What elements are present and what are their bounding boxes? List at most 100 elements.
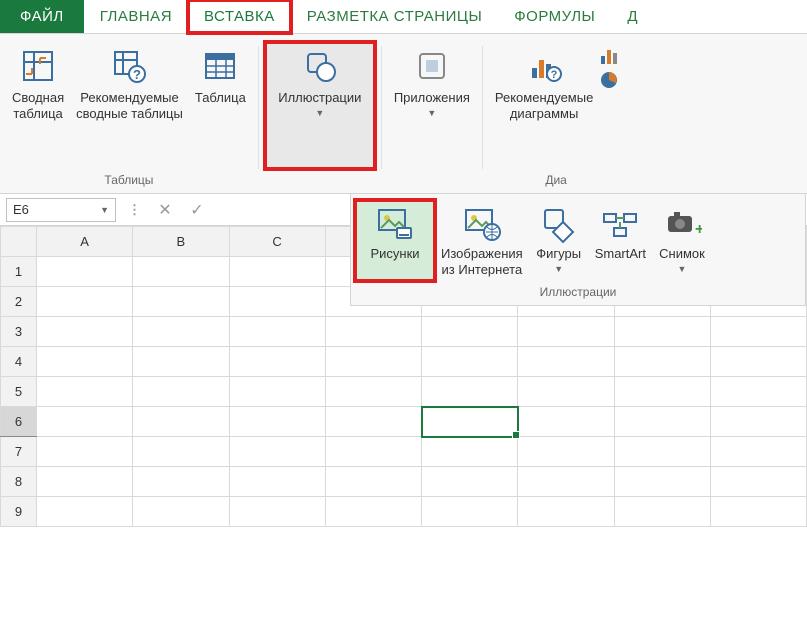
cell[interactable] <box>325 497 421 527</box>
row-header[interactable]: 5 <box>1 377 37 407</box>
addins-button[interactable]: Приложения ▼ <box>388 42 476 169</box>
row-header-active[interactable]: 6 <box>1 407 37 437</box>
pictures-button[interactable]: Рисунки <box>355 200 435 281</box>
cell[interactable] <box>37 347 133 377</box>
recommended-pivot-button[interactable]: ? Рекомендуемые сводные таблицы <box>70 42 189 169</box>
cell[interactable] <box>133 257 229 287</box>
cell[interactable] <box>325 407 421 437</box>
column-header-A[interactable]: A <box>37 227 133 257</box>
cell[interactable] <box>614 467 710 497</box>
cell[interactable] <box>37 437 133 467</box>
cell[interactable] <box>518 497 614 527</box>
cell[interactable] <box>422 467 518 497</box>
cell[interactable] <box>710 317 806 347</box>
cell[interactable] <box>37 257 133 287</box>
illustrations-button[interactable]: Иллюстрации ▼ <box>265 42 375 169</box>
cell[interactable] <box>710 437 806 467</box>
cell[interactable] <box>614 317 710 347</box>
tab-insert[interactable]: ВСТАВКА <box>188 0 291 33</box>
cell[interactable] <box>422 317 518 347</box>
column-header-B[interactable]: B <box>133 227 229 257</box>
cell[interactable] <box>325 377 421 407</box>
tab-home[interactable]: ГЛАВНАЯ <box>84 0 188 33</box>
cell[interactable] <box>325 437 421 467</box>
cell[interactable] <box>710 497 806 527</box>
cell[interactable] <box>229 467 325 497</box>
cell[interactable] <box>422 437 518 467</box>
cell[interactable] <box>710 407 806 437</box>
table-button[interactable]: Таблица <box>189 42 252 169</box>
select-all-corner[interactable] <box>1 227 37 257</box>
cell[interactable] <box>229 407 325 437</box>
row-header[interactable]: 9 <box>1 497 37 527</box>
cell[interactable] <box>37 497 133 527</box>
cancel-button[interactable]: ✕ <box>153 198 177 222</box>
cell[interactable] <box>37 377 133 407</box>
cell[interactable] <box>710 467 806 497</box>
cell-selected-E6[interactable] <box>422 407 518 437</box>
pie-chart-icon[interactable] <box>599 70 623 90</box>
tab-data-partial[interactable]: Д <box>611 0 654 33</box>
cell[interactable] <box>37 317 133 347</box>
cell[interactable] <box>133 347 229 377</box>
cell[interactable] <box>614 407 710 437</box>
row-header[interactable]: 7 <box>1 437 37 467</box>
cell[interactable] <box>422 377 518 407</box>
cell[interactable] <box>229 347 325 377</box>
online-pictures-label: Изображения из Интернета <box>441 246 523 277</box>
cell[interactable] <box>229 497 325 527</box>
tab-file[interactable]: ФАЙЛ <box>0 0 84 33</box>
cell[interactable] <box>37 407 133 437</box>
cell[interactable] <box>518 467 614 497</box>
cell[interactable] <box>518 347 614 377</box>
cell[interactable] <box>133 407 229 437</box>
row-header[interactable]: 4 <box>1 347 37 377</box>
cell[interactable] <box>229 287 325 317</box>
enter-button[interactable]: ✓ <box>185 198 209 222</box>
row-header[interactable]: 8 <box>1 467 37 497</box>
cell[interactable] <box>133 377 229 407</box>
pivot-table-button[interactable]: Сводная таблица <box>6 42 70 169</box>
cell[interactable] <box>229 317 325 347</box>
cell[interactable] <box>133 467 229 497</box>
row-header[interactable]: 1 <box>1 257 37 287</box>
cell[interactable] <box>422 347 518 377</box>
cell[interactable] <box>422 497 518 527</box>
cell[interactable] <box>229 437 325 467</box>
cell[interactable] <box>614 377 710 407</box>
row-header[interactable]: 3 <box>1 317 37 347</box>
cell[interactable] <box>710 377 806 407</box>
cell[interactable] <box>518 407 614 437</box>
table-label: Таблица <box>195 90 246 106</box>
recommended-charts-button[interactable]: ? Рекомендуемые диаграммы <box>489 42 599 169</box>
cell[interactable] <box>325 347 421 377</box>
cell[interactable] <box>518 437 614 467</box>
cell[interactable] <box>37 467 133 497</box>
chevron-down-icon: ▼ <box>100 205 109 215</box>
online-pictures-button[interactable]: Изображения из Интернета <box>435 200 529 281</box>
cell[interactable] <box>325 467 421 497</box>
cell[interactable] <box>518 317 614 347</box>
row-header[interactable]: 2 <box>1 287 37 317</box>
cell[interactable] <box>133 317 229 347</box>
cell[interactable] <box>133 287 229 317</box>
bar-chart-icon[interactable] <box>599 46 623 66</box>
cell[interactable] <box>518 377 614 407</box>
cell[interactable] <box>710 347 806 377</box>
cell[interactable] <box>229 257 325 287</box>
tab-page-layout[interactable]: РАЗМЕТКА СТРАНИЦЫ <box>291 0 498 33</box>
cell[interactable] <box>133 437 229 467</box>
cell[interactable] <box>133 497 229 527</box>
cell[interactable] <box>229 377 325 407</box>
shapes-button[interactable]: Фигуры ▼ <box>529 200 589 281</box>
column-header-C[interactable]: C <box>229 227 325 257</box>
tab-formulas[interactable]: ФОРМУЛЫ <box>498 0 611 33</box>
cell[interactable] <box>614 347 710 377</box>
cell[interactable] <box>325 317 421 347</box>
smartart-button[interactable]: SmartArt <box>589 200 652 281</box>
cell[interactable] <box>37 287 133 317</box>
name-box[interactable]: E6 ▼ <box>6 198 116 222</box>
cell[interactable] <box>614 497 710 527</box>
screenshot-button[interactable]: + Снимок ▼ <box>652 200 712 281</box>
cell[interactable] <box>614 437 710 467</box>
